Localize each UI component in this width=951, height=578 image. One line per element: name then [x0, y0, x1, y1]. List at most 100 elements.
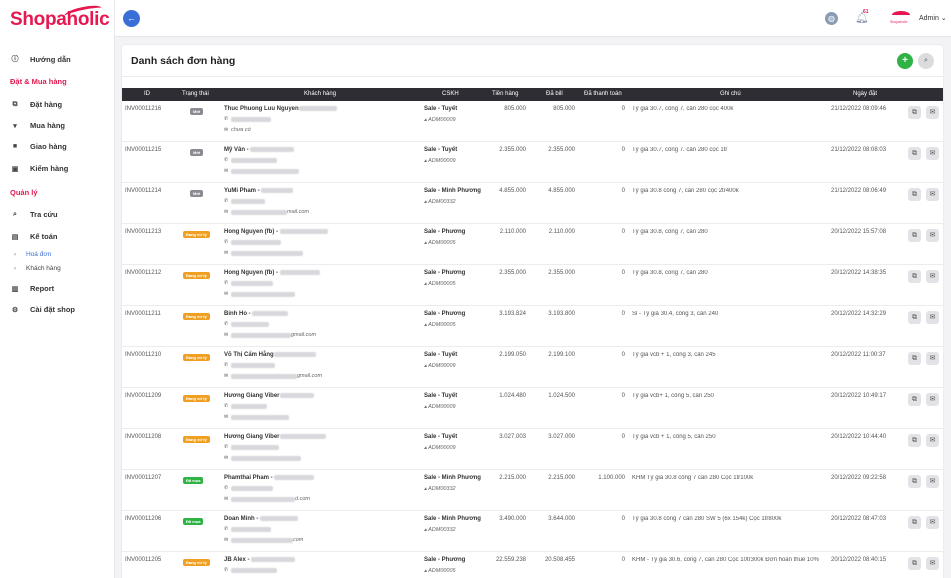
mail-button-icon[interactable]: ✉ [926, 516, 939, 529]
avatar[interactable]: Shopaholic [890, 11, 912, 25]
table-row[interactable]: INV00011213 Đang xử lý Hong Nguyen (fb) - … [122, 224, 943, 265]
mail-button-icon[interactable]: ✉ [926, 475, 939, 488]
order-id[interactable]: INV00011216 [125, 106, 161, 112]
order-id[interactable]: INV00011211 [125, 311, 161, 317]
customer-email: ✉ [224, 414, 289, 420]
sidebar-item-giao-hang[interactable]: ■ Giao hàng [10, 142, 67, 151]
sidebar-item-kiem-hang[interactable]: ▣ Kiểm hàng [10, 164, 69, 173]
open-external-icon[interactable]: ⧉ [908, 188, 921, 201]
phone-icon: ✆ [224, 567, 229, 573]
table-row[interactable]: INV00011214 Mới YuMi Pham - ✆ ✉ mail.com Sale… [122, 183, 943, 224]
da-bill: 2.355.000 [548, 270, 575, 276]
back-arrow-icon[interactable]: ← [123, 10, 140, 27]
cskh-name: Sale - Phương [424, 311, 466, 317]
customer-name-text: Hong Nguyen (fb) - [224, 229, 280, 236]
status-badge: Đã mua [183, 477, 204, 484]
open-external-icon[interactable]: ⧉ [908, 147, 921, 160]
box-icon: ▣ [11, 165, 19, 173]
mail-button-icon[interactable]: ✉ [926, 270, 939, 283]
status-badge: Đang xử lý [183, 354, 210, 361]
sidebar-item-dat-hang[interactable]: ⧉ Đặt hàng [10, 100, 63, 109]
sidebar-item-ke-toan[interactable]: ▤ Kế toán [10, 232, 58, 241]
table-row[interactable]: INV00011212 Đang xử lý Hong Nguyen (fb) - … [122, 265, 943, 306]
sidebar-item-report[interactable]: ▥ Report [10, 284, 54, 293]
order-id[interactable]: INV00011208 [125, 434, 161, 440]
customer-name-text: Thuc Phuong Luu Nguyen [224, 106, 299, 113]
truck-icon: ■ [12, 143, 18, 150]
col-customer: Khách hàng [304, 91, 337, 97]
da-bill: 805.000 [553, 106, 575, 112]
order-id[interactable]: INV00011212 [125, 270, 161, 276]
cskh-code-text: ADM00009 [428, 363, 456, 369]
open-external-icon[interactable]: ⧉ [908, 270, 921, 283]
sidebar-item-huong-dan[interactable]: ⓘ Hướng dẫn [10, 54, 71, 64]
customer-name: Thuc Phuong Luu Nguyen [224, 106, 337, 112]
open-external-icon[interactable]: ⧉ [908, 106, 921, 119]
table-row[interactable]: INV00011209 Đang xử lý Hương Giang Viber ✆ ✉… [122, 388, 943, 429]
redacted-text [231, 209, 287, 215]
customer-name: Phamthai Pham - [224, 475, 315, 481]
sidebar-item-label: Giao hàng [30, 142, 67, 151]
order-id[interactable]: INV00011213 [125, 229, 161, 235]
da-bill: 2.199.100 [548, 352, 575, 358]
order-id[interactable]: INV00011207 [125, 475, 161, 481]
order-id[interactable]: INV00011205 [125, 557, 161, 563]
search-button[interactable]: ⌕ [918, 53, 934, 69]
customer-email: ✉ [224, 250, 303, 256]
order-id[interactable]: INV00011215 [125, 147, 161, 153]
page-title: Danh sách đơn hàng [131, 55, 236, 67]
cskh-name: Sale - Minh Phương [424, 188, 481, 194]
globe-icon[interactable]: ◍ [825, 12, 838, 25]
order-id[interactable]: INV00011206 [125, 516, 161, 522]
tien-hang: 2.110.000 [499, 229, 526, 235]
mail-button-icon[interactable]: ✉ [926, 106, 939, 119]
table-row[interactable]: INV00011208 Đang xử lý Hương Giang Viber ✆ ✉… [122, 429, 943, 470]
redacted-text [252, 311, 289, 316]
user-menu[interactable]: Admin ⌄ [919, 14, 947, 22]
mail-button-icon[interactable]: ✉ [926, 557, 939, 570]
open-external-icon[interactable]: ⧉ [908, 393, 921, 406]
open-external-icon[interactable]: ⧉ [908, 311, 921, 324]
sidebar-item-mua-hang[interactable]: ▾ Mua hàng [10, 121, 65, 130]
add-order-button[interactable]: + [897, 53, 913, 69]
open-external-icon[interactable]: ⧉ [908, 434, 921, 447]
order-id[interactable]: INV00011210 [125, 352, 161, 358]
sidebar-item-tra-cuu[interactable]: ⌕ Tra cứu [10, 210, 58, 219]
search-icon: ⌕ [13, 210, 17, 218]
table-row[interactable]: INV00011215 Mới Mỹ Vân - ✆ ✉ Sale - Tuyết ▴ A… [122, 142, 943, 183]
table-row[interactable]: INV00011210 Đang xử lý Võ Thị Cẩm Hằng ✆ ✉ gm… [122, 347, 943, 388]
mail-button-icon[interactable]: ✉ [926, 188, 939, 201]
cskh-code: ▴ ADM00009 [424, 445, 456, 451]
da-bill: 3.027.000 [548, 434, 575, 440]
gear-icon: ⚙ [11, 306, 19, 314]
table-row[interactable]: INV00011207 Đã mua Phamthai Pham - ✆ ✉ d.com… [122, 470, 943, 511]
table-row[interactable]: INV00011216 Mới Thuc Phuong Luu Nguyen ✆ ✉ ch… [122, 101, 943, 142]
open-external-icon[interactable]: ⧉ [908, 557, 921, 570]
customer-email-text: gmail.com [291, 332, 317, 338]
customer-phone: ✆ [224, 198, 265, 204]
table-row[interactable]: INV00011211 Đang xử lý Binh Ho - ✆ ✉ gmail.c… [122, 306, 943, 347]
divider [122, 76, 943, 77]
da-thanh-toan: 0 [621, 434, 625, 440]
open-external-icon[interactable]: ⧉ [908, 229, 921, 242]
mail-button-icon[interactable]: ✉ [926, 393, 939, 406]
order-id[interactable]: INV00011214 [125, 188, 161, 194]
mail-button-icon[interactable]: ✉ [926, 434, 939, 447]
table-row[interactable]: INV00011206 Đã mua Doan Minh - ✆ ✉ com Sale -… [122, 511, 943, 552]
sidebar-item-cai-dat-shop[interactable]: ⚙ Cài đặt shop [10, 305, 75, 314]
sidebar-sub-khach-hang[interactable]: › Khách hàng [14, 265, 61, 272]
open-external-icon[interactable]: ⧉ [908, 352, 921, 365]
mail-button-icon[interactable]: ✉ [926, 352, 939, 365]
mail-button-icon[interactable]: ✉ [926, 229, 939, 242]
redacted-text [279, 270, 320, 275]
open-external-icon[interactable]: ⧉ [908, 475, 921, 488]
sidebar-sub-hoa-don[interactable]: › Hoá đơn [14, 251, 51, 258]
mail-button-icon[interactable]: ✉ [926, 311, 939, 324]
mail-button-icon[interactable]: ✉ [926, 147, 939, 160]
open-external-icon[interactable]: ⧉ [908, 516, 921, 529]
tien-hang: 22.559.238 [495, 557, 526, 563]
customer-name: Hong Nguyen (fb) - [224, 270, 320, 276]
table-row[interactable]: INV00011205 Đang xử lý JB Alex - ✆ ✉ Sale - … [122, 552, 943, 578]
order-id[interactable]: INV00011209 [125, 393, 161, 399]
customer-phone: ✆ [224, 116, 271, 122]
